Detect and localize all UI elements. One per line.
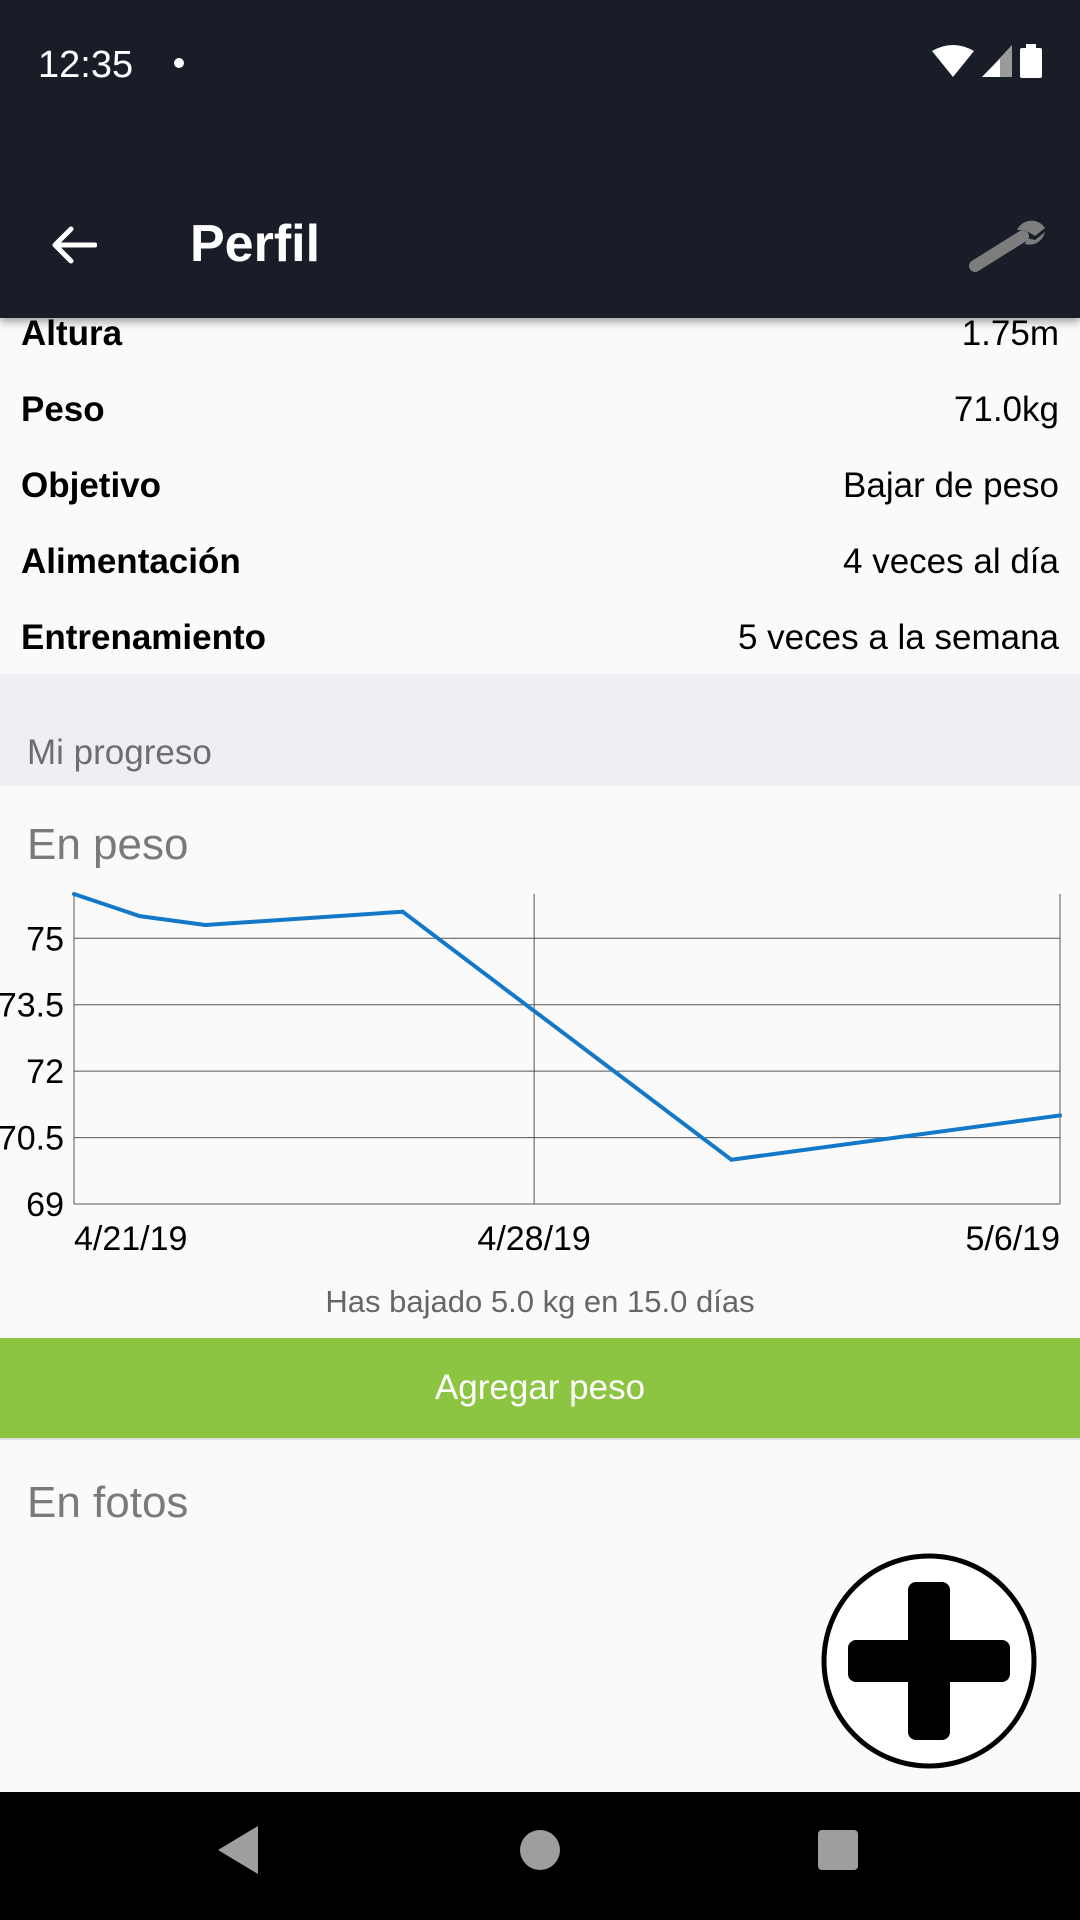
weight-card-title: En peso [27, 820, 189, 869]
profile-row-height[interactable]: Altura 1.75m [21, 318, 1059, 356]
y-tick-label: 72 [26, 1053, 64, 1091]
y-tick-label: 73.5 [0, 987, 64, 1025]
profile-label: Altura [21, 318, 123, 353]
status-time: 12:35 [38, 44, 134, 86]
data-point [72, 892, 76, 896]
weight-series-line [73, 892, 1061, 1162]
profile-label: Alimentación [21, 542, 241, 581]
nav-recents-icon[interactable] [818, 1830, 858, 1870]
profile-row-goal[interactable]: Objetivo Bajar de peso [21, 464, 1059, 508]
profile-label: Peso [21, 390, 105, 429]
wrench-icon [969, 220, 1045, 272]
weight-summary: Has bajado 5.0 kg en 15.0 días [325, 1284, 755, 1319]
nav-home-icon[interactable] [520, 1830, 560, 1870]
progress-section-header: Mi progreso [0, 674, 1080, 786]
profile-row-training[interactable]: Entrenamiento 5 veces a la semana [21, 616, 1059, 660]
section-header-label: Mi progreso [27, 733, 212, 772]
arrow-back-icon [52, 226, 97, 264]
profile-value: 71.0kg [953, 390, 1059, 429]
profile-label: Entrenamiento [21, 618, 267, 657]
data-point [137, 914, 142, 919]
photos-card-title: En fotos [27, 1478, 189, 1527]
wifi-icon [932, 45, 974, 77]
status-icons [932, 44, 1042, 78]
y-tick-label: 75 [26, 920, 64, 958]
profile-row-weight[interactable]: Peso 71.0kg [21, 388, 1059, 432]
back-button[interactable] [38, 210, 108, 280]
signal-icon [982, 45, 1012, 77]
y-tick-label: 70.5 [0, 1120, 64, 1158]
nav-back-icon[interactable] [214, 1824, 260, 1876]
data-point [1058, 1113, 1062, 1118]
data-point [729, 1157, 734, 1162]
status-bar: 12:35 [0, 0, 1080, 170]
add-photo-button[interactable] [820, 1552, 1038, 1770]
system-nav-bar [0, 1792, 1080, 1920]
profile-value: Bajar de peso [843, 466, 1059, 505]
data-point [400, 909, 405, 914]
x-tick-label: 4/28/19 [477, 1220, 590, 1258]
app-bar: Perfil [0, 170, 1080, 318]
profile-value: 1.75m [961, 318, 1059, 353]
weight-chart: 69 70.5 72 73.5 75 4/21/19 4/28/19 5/6/19 [0, 892, 1062, 1258]
profile-info: Altura 1.75m Peso 71.0kg Objetivo Bajar … [0, 318, 1080, 674]
profile-value: 5 veces a la semana [737, 618, 1059, 657]
x-tick-label: 5/6/19 [965, 1220, 1060, 1258]
notification-dot-icon [174, 58, 184, 68]
x-tick-label: 4/21/19 [74, 1220, 187, 1258]
profile-value: 4 veces al día [843, 542, 1059, 581]
y-tick-label: 69 [26, 1186, 64, 1224]
page-title: Perfil [190, 215, 321, 273]
profile-row-meals[interactable]: Alimentación 4 veces al día [21, 540, 1059, 584]
profile-label: Objetivo [21, 466, 162, 505]
data-point [203, 923, 208, 927]
battery-icon [1020, 44, 1042, 78]
settings-button[interactable] [962, 206, 1052, 286]
add-weight-button[interactable]: Agregar peso [0, 1338, 1080, 1440]
